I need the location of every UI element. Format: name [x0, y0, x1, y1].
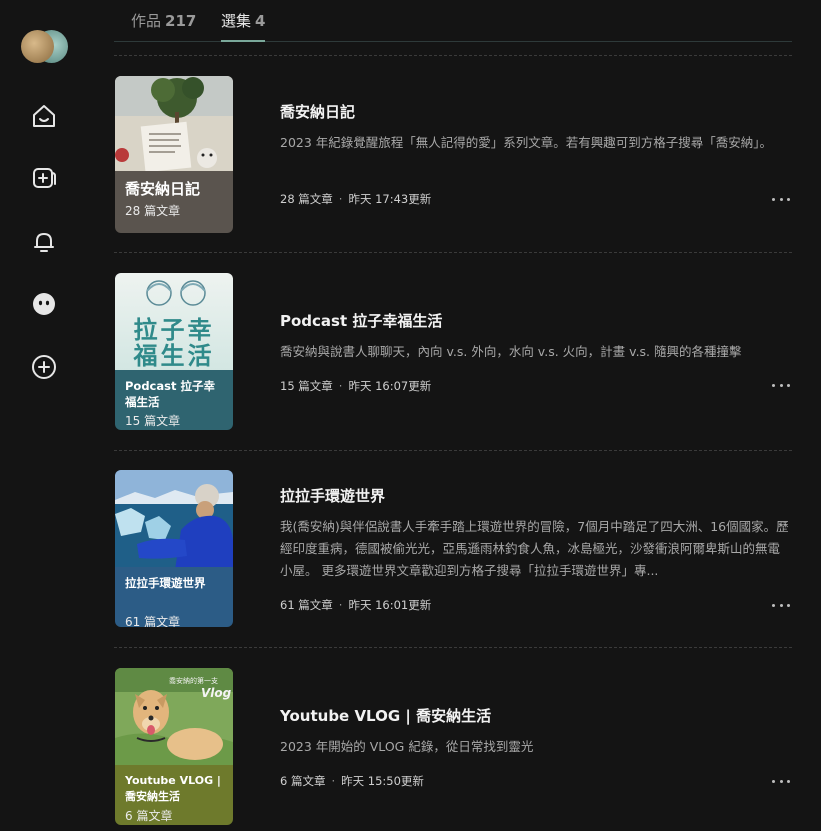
collection-title[interactable]: 拉拉手環遊世界 [280, 485, 792, 506]
article-count: 6 篇文章 [280, 774, 326, 788]
cover-title: 拉拉手環遊世界 [125, 576, 206, 590]
cover-photo-iceland [115, 470, 233, 570]
collection-description: 2023 年開始的 VLOG 紀錄，從日常找到靈光 [280, 739, 534, 754]
collection-info: Podcast 拉子幸福生活 喬安納與說書人聊聊天，內向 v.s. 外向，水向 … [280, 310, 792, 363]
collection-card[interactable]: 喬安納的第一支 Vlog Youtube VLOG | 喬安納生活 6 篇文章 … [114, 668, 792, 828]
divider [114, 55, 792, 56]
cover-count: 28 篇文章 [125, 204, 181, 218]
tab-works[interactable]: 作品 217 [131, 10, 196, 42]
collection-info: 拉拉手環遊世界 我(喬安納)與伴侶說書人手牽手踏上環遊世界的冒險，7個月中踏足了… [280, 485, 792, 582]
cover-title: Youtube VLOG | 喬安納生活 [125, 774, 221, 803]
collection-card[interactable]: 喬安納日記 28 篇文章 喬安納日記 2023 年紀錄覺醒旅程「無人記得的愛」系… [114, 76, 792, 236]
collection-cover[interactable]: 喬安納日記 28 篇文章 [115, 76, 233, 233]
updated-time: 昨天 15:50更新 [341, 774, 424, 788]
cover-band: 拉拉手環遊世界 61 篇文章 [115, 567, 233, 627]
collection-meta: 6 篇文章 · 昨天 15:50更新 [280, 773, 792, 789]
home-icon[interactable] [28, 100, 60, 132]
tab-collections-count: 4 [255, 12, 266, 30]
collection-meta: 28 篇文章 · 昨天 17:43更新 [280, 191, 792, 207]
cover-count: 15 篇文章 [125, 414, 181, 429]
article-count: 61 篇文章 [280, 598, 333, 612]
tab-works-label: 作品 [131, 12, 162, 30]
avatar[interactable] [21, 30, 69, 64]
collection-title[interactable]: 喬安納日記 [280, 101, 792, 122]
divider [114, 647, 792, 648]
collection-description: 2023 年紀錄覺醒旅程「無人記得的愛」系列文章。若有興趣可到方格子搜尋「喬安納… [280, 135, 773, 150]
collection-cover[interactable]: 拉子幸福生活 Podcast 拉子幸福生活 15 篇文章 [115, 273, 233, 430]
cover-art-vlog: Vlog [201, 686, 232, 700]
more-options-icon[interactable] [770, 774, 792, 788]
cover-photo-plant [115, 76, 233, 176]
collection-description: 喬安納與說書人聊聊天，內向 v.s. 外向，水向 v.s. 火向，計畫 v.s.… [280, 344, 742, 359]
cover-art-text: 喬安納的第一支 [169, 677, 218, 685]
cover-band: Youtube VLOG | 喬安納生活 6 篇文章 [115, 765, 233, 825]
cover-title: Podcast 拉子幸福生活 [125, 379, 215, 410]
collection-cover[interactable]: 喬安納的第一支 Vlog Youtube VLOG | 喬安納生活 6 篇文章 [115, 668, 233, 825]
cover-art-text: 拉子幸福生活 [133, 317, 215, 369]
avatar-primary [21, 30, 54, 63]
cover-count: 61 篇文章 [125, 615, 181, 627]
face-icon[interactable] [28, 288, 60, 320]
collection-meta: 15 篇文章 · 昨天 16:07更新 [280, 378, 792, 394]
meta-separator: · [338, 192, 343, 206]
compose-icon[interactable] [28, 162, 60, 194]
updated-time: 昨天 16:07更新 [348, 379, 432, 393]
collection-title[interactable]: Youtube VLOG | 喬安納生活 [280, 705, 792, 726]
tab-bar: 作品 217 選集 4 [114, 0, 792, 42]
sidebar [0, 0, 88, 831]
collection-info: 喬安納日記 2023 年紀錄覺醒旅程「無人記得的愛」系列文章。若有興趣可到方格子… [280, 101, 792, 154]
divider [114, 450, 792, 451]
tab-collections-label: 選集 [221, 12, 252, 30]
article-count: 15 篇文章 [280, 379, 333, 393]
collection-info: Youtube VLOG | 喬安納生活 2023 年開始的 VLOG 紀錄，從… [280, 705, 792, 758]
updated-time: 昨天 16:01更新 [348, 598, 432, 612]
tab-collections[interactable]: 選集 4 [221, 10, 266, 42]
cover-band: Podcast 拉子幸福生活 15 篇文章 [115, 370, 233, 430]
meta-separator: · [338, 598, 343, 612]
article-count: 28 篇文章 [280, 192, 333, 206]
add-circle-icon[interactable] [28, 351, 60, 383]
tab-works-count: 217 [165, 12, 197, 30]
more-options-icon[interactable] [770, 192, 792, 206]
cover-title: 喬安納日記 [125, 180, 201, 198]
meta-separator: · [331, 774, 336, 788]
more-options-icon[interactable] [770, 598, 792, 612]
collection-meta: 61 篇文章 · 昨天 16:01更新 [280, 597, 792, 613]
cover-count: 6 篇文章 [125, 809, 173, 823]
meta-separator: · [338, 379, 343, 393]
collection-card[interactable]: 拉子幸福生活 Podcast 拉子幸福生活 15 篇文章 Podcast 拉子幸… [114, 273, 792, 433]
collection-cover[interactable]: 拉拉手環遊世界 61 篇文章 [115, 470, 233, 627]
bell-icon[interactable] [28, 226, 60, 258]
cover-band: 喬安納日記 28 篇文章 [115, 171, 233, 233]
collection-description: 我(喬安納)與伴侶說書人手牽手踏上環遊世界的冒險，7個月中踏足了四大洲、16個國… [280, 519, 789, 578]
divider [114, 252, 792, 253]
more-options-icon[interactable] [770, 378, 792, 392]
updated-time: 昨天 17:43更新 [348, 192, 432, 206]
collection-card[interactable]: 拉拉手環遊世界 61 篇文章 拉拉手環遊世界 我(喬安納)與伴侶說書人手牽手踏上… [114, 470, 792, 630]
collection-title[interactable]: Podcast 拉子幸福生活 [280, 310, 792, 331]
